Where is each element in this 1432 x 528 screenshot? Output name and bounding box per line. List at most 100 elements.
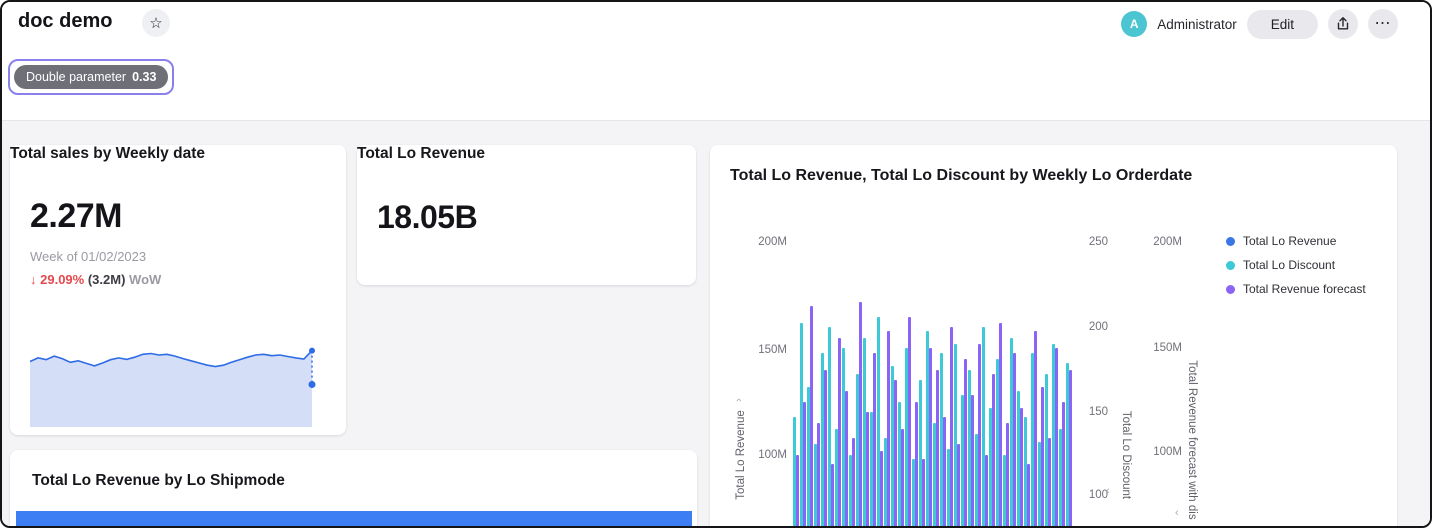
card-combo-chart[interactable]: Total Lo Revenue, Total Lo Discount by W… <box>710 145 1397 528</box>
bar[interactable] <box>999 323 1002 526</box>
axis-tick-label: 250 <box>1089 235 1108 249</box>
bar[interactable] <box>957 444 960 526</box>
app-window: doc demo ☆ A Administrator Edit ⋯ Double… <box>0 0 1432 528</box>
legend-item[interactable]: Total Lo Revenue <box>1226 229 1366 253</box>
bar[interactable] <box>1034 331 1037 526</box>
chart-legend: Total Lo Revenue Total Lo Discount Total R… <box>1226 229 1366 301</box>
bar[interactable] <box>1013 353 1016 526</box>
bar[interactable] <box>1055 348 1058 526</box>
bar[interactable] <box>936 370 939 526</box>
axis-scroll-icon[interactable]: ‹ <box>1106 486 1110 496</box>
axis-tick-label: 200M <box>758 235 787 249</box>
card-total-lo-revenue[interactable]: Total Lo Revenue 18.05B <box>357 145 696 285</box>
axis-scroll-icon[interactable]: › <box>734 398 744 402</box>
card-title: Total sales by Weekly date <box>10 145 205 163</box>
kpi-value: 18.05B <box>377 199 477 236</box>
bar[interactable] <box>1027 464 1030 526</box>
delta-absolute: (3.2M) <box>88 272 126 287</box>
legend-item[interactable]: Total Revenue forecast <box>1226 277 1366 301</box>
bar[interactable] <box>838 338 841 526</box>
axis-tick-label: 100M <box>758 448 787 462</box>
bar[interactable] <box>950 327 953 526</box>
bar[interactable] <box>908 317 911 526</box>
axis-tick-label: 200 <box>1089 320 1108 334</box>
sales-sparkline-chart[interactable] <box>30 341 322 427</box>
card-total-sales[interactable]: Total sales by Weekly date 2.27M Week of… <box>10 145 346 435</box>
card-title: Total Lo Revenue, Total Lo Discount by W… <box>730 167 1192 185</box>
parameter-value: 0.33 <box>132 70 156 84</box>
avatar[interactable]: A <box>1121 11 1147 37</box>
delta-down-icon: ↓ <box>30 272 37 287</box>
bar[interactable] <box>894 380 897 526</box>
bar[interactable] <box>1006 423 1009 526</box>
share-button[interactable] <box>1328 9 1358 39</box>
share-icon <box>1335 16 1351 32</box>
axis-right-ticks: 200M 150M 100M <box>1144 145 1182 528</box>
bar[interactable] <box>824 370 827 526</box>
bar[interactable] <box>964 359 967 526</box>
axis-right-title: Total Revenue forecast with dis <box>1186 360 1198 519</box>
star-icon: ☆ <box>149 14 162 32</box>
axis-scroll-icon[interactable]: ‹ <box>1175 508 1179 518</box>
page-title: doc demo <box>18 10 112 33</box>
bar[interactable] <box>810 306 813 526</box>
axis-tick-label: 150M <box>758 343 787 357</box>
double-parameter-control[interactable]: Double parameter 0.33 <box>8 59 174 95</box>
axis-left-ticks: 200M 150M 100M <box>743 145 787 528</box>
bar[interactable] <box>1041 387 1044 526</box>
header: doc demo ☆ A Administrator Edit ⋯ <box>2 2 1430 48</box>
bar[interactable] <box>985 455 988 526</box>
bar[interactable] <box>866 412 869 526</box>
bar[interactable] <box>803 402 806 526</box>
bar[interactable] <box>929 348 932 526</box>
bar[interactable] <box>831 464 834 526</box>
bar[interactable] <box>943 417 946 526</box>
parameter-label: Double parameter <box>26 70 126 84</box>
kpi-subtitle: Week of 01/02/2023 <box>30 249 146 264</box>
axis-tick-label: 200M <box>1153 235 1182 249</box>
bar[interactable] <box>852 438 855 526</box>
user-name[interactable]: Administrator <box>1157 17 1237 32</box>
bar[interactable] <box>922 459 925 526</box>
ellipsis-icon: ⋯ <box>1375 16 1392 32</box>
legend-label: Total Revenue forecast <box>1243 282 1366 296</box>
bar-segment[interactable] <box>16 511 692 528</box>
legend-label: Total Lo Revenue <box>1243 234 1336 248</box>
legend-dot-icon <box>1226 261 1235 270</box>
bar[interactable] <box>1048 438 1051 526</box>
edit-button[interactable]: Edit <box>1247 10 1318 39</box>
bar[interactable] <box>880 451 883 526</box>
more-button[interactable]: ⋯ <box>1368 9 1398 39</box>
double-parameter-pill: Double parameter 0.33 <box>14 65 168 89</box>
bar[interactable] <box>859 302 862 526</box>
legend-item[interactable]: Total Lo Discount <box>1226 253 1366 277</box>
bar[interactable] <box>887 331 890 526</box>
combo-bar-plot[interactable] <box>793 240 1078 526</box>
card-shipmode[interactable]: Total Lo Revenue by Lo Shipmode <box>10 450 697 528</box>
kpi-value: 2.27M <box>30 197 122 236</box>
axis-tick-label: 150M <box>1153 341 1182 355</box>
bar[interactable] <box>1020 408 1023 526</box>
favorite-button[interactable]: ☆ <box>142 9 170 37</box>
bar[interactable] <box>1069 370 1072 526</box>
bar[interactable] <box>915 402 918 526</box>
axis-tick-label: 100M <box>1153 445 1182 459</box>
bar[interactable] <box>992 374 995 526</box>
bar[interactable] <box>817 423 820 526</box>
bar[interactable] <box>978 344 981 526</box>
bar[interactable] <box>901 429 904 526</box>
card-title: Total Lo Revenue by Lo Shipmode <box>32 472 285 490</box>
bar[interactable] <box>1062 402 1065 526</box>
axis-left-title: Total Lo Revenue <box>735 410 747 500</box>
axis-mid-title: Total Lo Discount <box>1120 411 1132 499</box>
header-actions: A Administrator Edit ⋯ <box>1121 9 1398 39</box>
card-title: Total Lo Revenue <box>357 145 485 163</box>
delta-period: WoW <box>129 272 161 287</box>
bar[interactable] <box>971 395 974 526</box>
axis-mid-ticks: 250200150100 <box>1078 145 1108 528</box>
bar[interactable] <box>873 353 876 526</box>
bar[interactable] <box>796 455 799 526</box>
kpi-delta: ↓ 29.09% (3.2M) WoW <box>30 272 161 287</box>
bar[interactable] <box>845 391 848 526</box>
legend-dot-icon <box>1226 285 1235 294</box>
